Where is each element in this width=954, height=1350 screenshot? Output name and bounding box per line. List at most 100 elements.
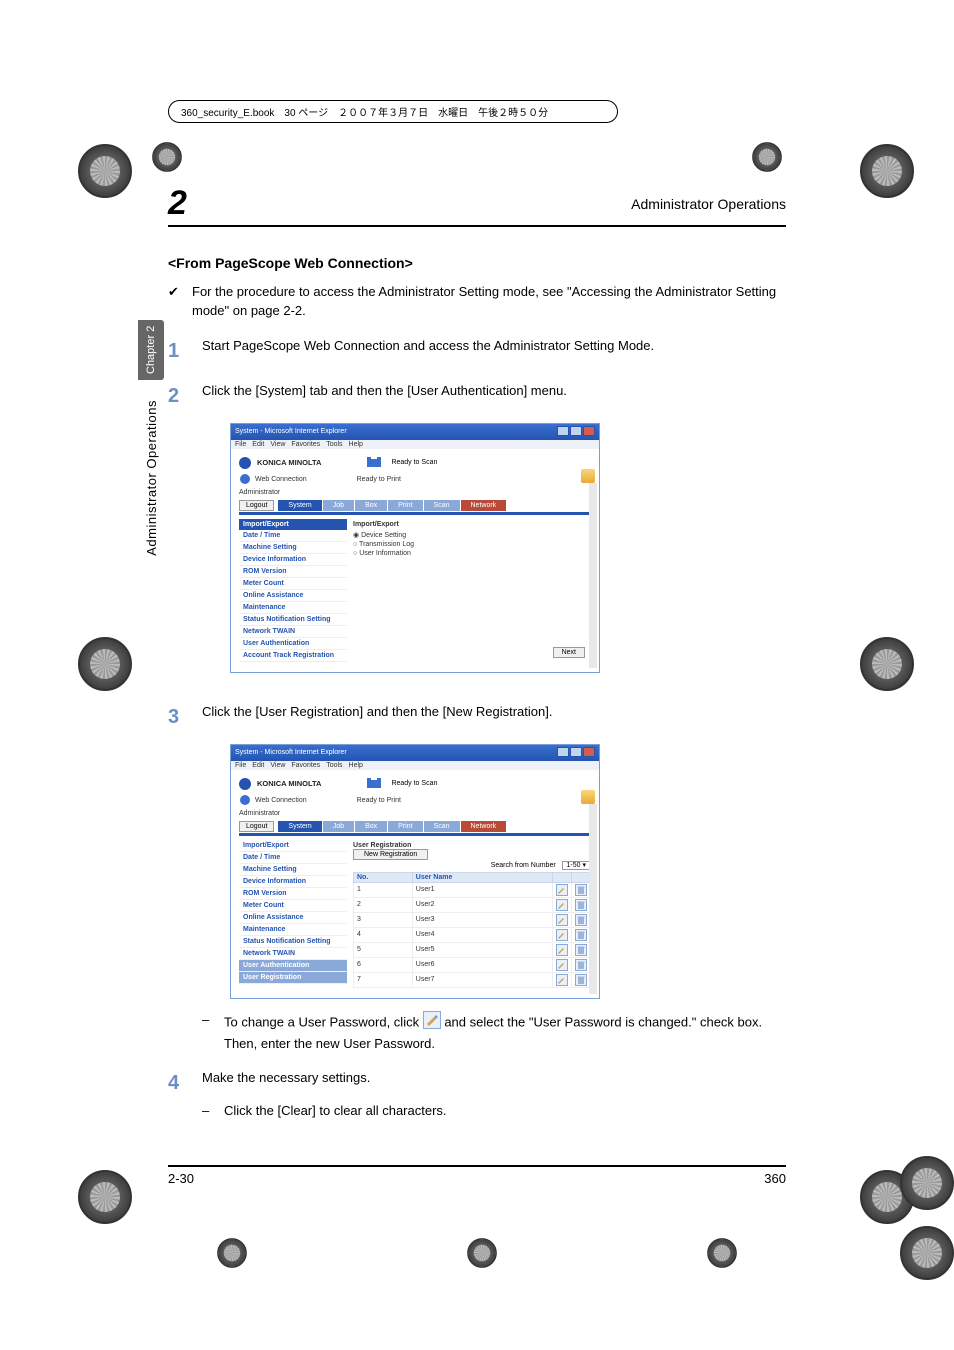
delete-icon[interactable] (575, 974, 587, 986)
menu-item[interactable]: Favorites (291, 762, 320, 769)
browser-menubar[interactable]: File Edit View Favorites Tools Help (231, 440, 599, 449)
sidebar-item[interactable]: Import/Export (239, 519, 347, 530)
edit-icon[interactable] (556, 959, 568, 971)
km-logo-icon (239, 457, 251, 469)
menu-item[interactable]: Edit (252, 762, 264, 769)
menu-item[interactable]: Help (349, 762, 363, 769)
tab-scan[interactable]: Scan (424, 500, 461, 511)
tab-print[interactable]: Print (388, 821, 423, 832)
edit-icon[interactable] (556, 974, 568, 986)
delete-icon[interactable] (575, 884, 587, 896)
delete-icon[interactable] (575, 929, 587, 941)
sidebar-item[interactable]: Online Assistance (239, 912, 347, 924)
panel-heading: Import/Export (353, 519, 591, 530)
tab-box[interactable]: Box (355, 500, 388, 511)
crop-mark-icon (78, 1170, 132, 1224)
radio-option[interactable]: ◉ Device Setting (353, 530, 591, 540)
menu-item[interactable]: Tools (326, 441, 342, 448)
edit-icon[interactable] (556, 944, 568, 956)
substep-text: Click the [Clear] to clear all character… (224, 1102, 447, 1121)
browser-menubar[interactable]: File Edit View Favorites Tools Help (231, 761, 599, 770)
delete-icon[interactable] (575, 959, 587, 971)
status-ready-print: Ready to Print (357, 797, 401, 804)
tab-box[interactable]: Box (355, 821, 388, 832)
section-heading: <From PageScope Web Connection> (168, 255, 786, 271)
tab-print[interactable]: Print (388, 500, 423, 511)
sidebar-item[interactable]: Meter Count (239, 900, 347, 912)
cell-no: 1 (354, 882, 413, 897)
menu-item[interactable]: File (235, 441, 246, 448)
range-select[interactable]: 1-50 ▾ (562, 861, 591, 870)
sidebar-item-user-auth[interactable]: User Authentication (239, 960, 347, 972)
new-registration-button[interactable]: New Registration (353, 849, 428, 860)
logout-button[interactable]: Logout (239, 821, 274, 832)
menu-item[interactable]: Help (349, 441, 363, 448)
tab-job[interactable]: Job (323, 821, 355, 832)
sidebar-item[interactable]: Import/Export (239, 840, 347, 852)
cell-no: 7 (354, 972, 413, 987)
sidebar-item[interactable]: Meter Count (239, 578, 347, 590)
edit-icon[interactable] (556, 929, 568, 941)
note-text: For the procedure to access the Administ… (192, 283, 786, 321)
edit-icon (423, 1011, 441, 1035)
sidebar-item[interactable]: Machine Setting (239, 864, 347, 876)
crop-mark-icon (900, 1156, 954, 1210)
brand-text: KONICA MINOLTA (257, 779, 321, 788)
table-row: 3User3 (354, 912, 591, 927)
status-ready-scan: Ready to Scan (391, 459, 437, 466)
tab-job[interactable]: Job (323, 500, 355, 511)
menu-item[interactable]: Edit (252, 441, 264, 448)
menu-item[interactable]: Tools (326, 762, 342, 769)
menu-item[interactable]: Favorites (291, 441, 320, 448)
radio-option[interactable]: ○ User Information (353, 549, 591, 558)
printer-status-icon (367, 776, 385, 792)
sidebar-item[interactable]: Date / Time (239, 852, 347, 864)
radio-option[interactable]: ○ Transmission Log (353, 540, 591, 549)
sidebar-item[interactable]: Device Information (239, 554, 347, 566)
edit-icon[interactable] (556, 884, 568, 896)
delete-icon[interactable] (575, 899, 587, 911)
sidebar-item-user-registration[interactable]: User Registration (239, 972, 347, 984)
scrollbar[interactable] (589, 804, 597, 994)
menu-item[interactable]: View (270, 762, 285, 769)
step-number: 3 (168, 703, 202, 732)
logout-button[interactable]: Logout (239, 500, 274, 511)
step-number: 1 (168, 337, 202, 366)
sidebar-item[interactable]: Network TWAIN (239, 626, 347, 638)
sidebar-item[interactable]: Status Notification Setting (239, 614, 347, 626)
window-controls[interactable] (556, 747, 595, 759)
sidebar-item[interactable]: ROM Version (239, 888, 347, 900)
cell-no: 6 (354, 957, 413, 972)
sidebar-item[interactable]: Machine Setting (239, 542, 347, 554)
tab-network[interactable]: Network (461, 821, 508, 832)
scrollbar[interactable] (589, 483, 597, 668)
sidebar-item[interactable]: User Authentication (239, 638, 347, 650)
next-button[interactable]: Next (553, 647, 585, 658)
edit-icon[interactable] (556, 914, 568, 926)
edit-icon[interactable] (556, 899, 568, 911)
delete-icon[interactable] (575, 944, 587, 956)
sidebar-item[interactable]: Network TWAIN (239, 948, 347, 960)
sidebar-item[interactable]: Device Information (239, 876, 347, 888)
sidebar-item[interactable]: Account Track Registration (239, 650, 347, 662)
tab-scan[interactable]: Scan (424, 821, 461, 832)
sidebar-item[interactable]: Date / Time (239, 530, 347, 542)
km-logo-icon (239, 778, 251, 790)
crop-mark-icon (78, 144, 132, 198)
status-ready-print: Ready to Print (357, 476, 401, 483)
sidebar-item[interactable]: Online Assistance (239, 590, 347, 602)
window-title: System - Microsoft Internet Explorer (235, 749, 347, 756)
sidebar-item[interactable]: Maintenance (239, 602, 347, 614)
tab-system[interactable]: System (278, 500, 322, 511)
sidebar-item[interactable]: Status Notification Setting (239, 936, 347, 948)
menu-item[interactable]: View (270, 441, 285, 448)
delete-icon[interactable] (575, 914, 587, 926)
tab-network[interactable]: Network (461, 500, 508, 511)
window-controls[interactable] (556, 426, 595, 438)
sidebar-item[interactable]: ROM Version (239, 566, 347, 578)
brand-text: KONICA MINOLTA (257, 458, 321, 467)
tab-system[interactable]: System (278, 821, 322, 832)
menu-item[interactable]: File (235, 762, 246, 769)
admin-label: Administrator (239, 810, 591, 817)
sidebar-item[interactable]: Maintenance (239, 924, 347, 936)
